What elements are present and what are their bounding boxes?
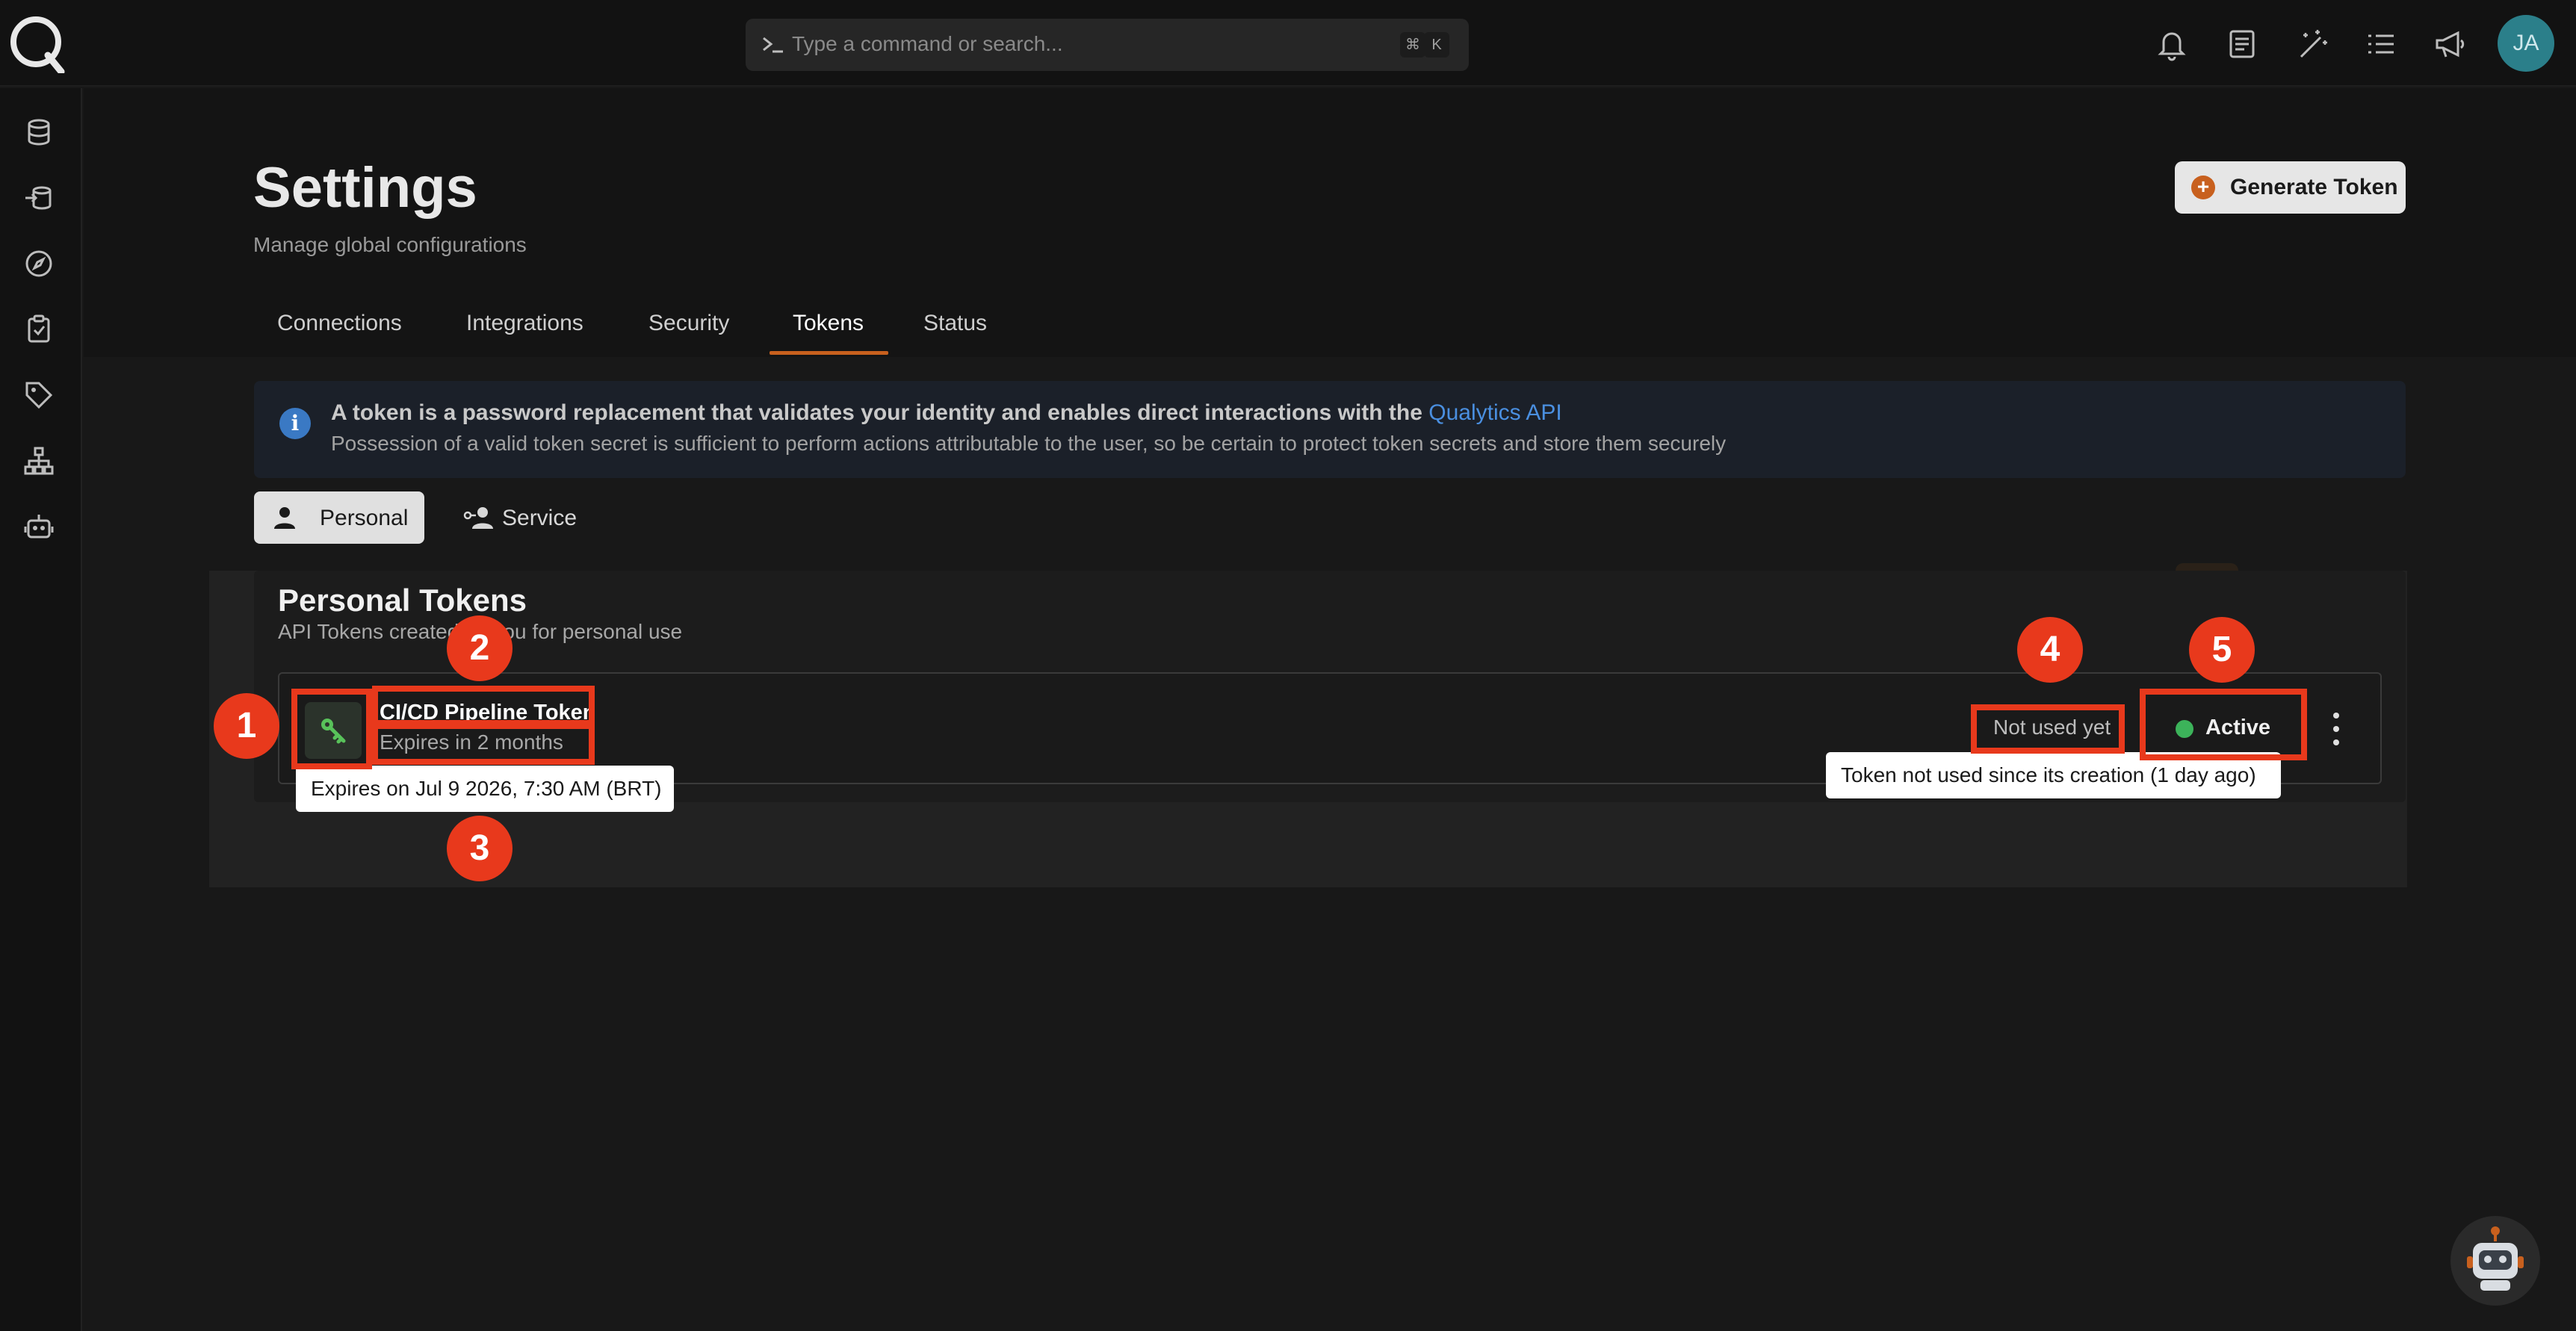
top-bar: Type a command or search... ⌘ K JA bbox=[0, 0, 2576, 87]
robot-assistant-icon bbox=[2467, 1226, 2524, 1291]
info-banner: i A token is a password replacement that… bbox=[254, 381, 2406, 478]
sidebar-item-data-flows[interactable] bbox=[7, 170, 70, 226]
generate-token-label: Generate Token bbox=[2230, 175, 2398, 199]
settings-header bbox=[84, 88, 2576, 357]
qualytics-logo[interactable] bbox=[9, 13, 66, 73]
service-account-icon bbox=[463, 507, 493, 529]
cmd-key-icon: ⌘ bbox=[1400, 32, 1425, 58]
service-tab[interactable]: Service bbox=[445, 491, 595, 544]
document-icon[interactable] bbox=[2225, 27, 2259, 61]
info-icon: i bbox=[279, 408, 311, 439]
sidebar-item-checks[interactable] bbox=[7, 302, 70, 357]
magic-wand-icon[interactable] bbox=[2295, 27, 2329, 61]
tab-tokens[interactable]: Tokens bbox=[793, 311, 864, 336]
annotation-badge-1: 1 bbox=[214, 693, 279, 759]
tab-connections[interactable]: Connections bbox=[277, 311, 402, 336]
expiry-tooltip: Expires on Jul 9 2026, 7:30 AM (BRT) bbox=[296, 766, 674, 812]
terminal-prompt-icon bbox=[763, 37, 783, 53]
chatbot-button[interactable] bbox=[2450, 1216, 2540, 1306]
annotation-box-1 bbox=[291, 689, 372, 769]
sidebar bbox=[0, 88, 2238, 1331]
annotation-box-4 bbox=[1971, 704, 2125, 754]
k-key-label: K bbox=[1424, 32, 1449, 58]
sitemap-icon bbox=[24, 447, 54, 475]
sidebar-item-datastores[interactable] bbox=[7, 105, 70, 160]
tab-integrations[interactable]: Integrations bbox=[466, 311, 583, 336]
page-subtitle: Manage global configurations bbox=[253, 233, 527, 256]
personal-tab-label: Personal bbox=[320, 506, 409, 530]
bell-icon[interactable] bbox=[2155, 27, 2189, 61]
generate-token-button[interactable]: + Generate Token bbox=[2175, 161, 2406, 214]
compass-icon bbox=[25, 250, 52, 277]
plus-icon: + bbox=[2191, 176, 2215, 199]
list-icon[interactable] bbox=[2364, 27, 2398, 61]
annotation-badge-5: 5 bbox=[2189, 617, 2255, 683]
tab-status[interactable]: Status bbox=[923, 311, 987, 336]
command-search-placeholder: Type a command or search... bbox=[792, 32, 1063, 55]
megaphone-icon[interactable] bbox=[2433, 27, 2467, 61]
annotation-box-5 bbox=[2140, 689, 2307, 760]
person-icon bbox=[274, 507, 295, 529]
active-tab-indicator bbox=[770, 351, 888, 355]
personal-tab[interactable]: Personal bbox=[254, 491, 424, 544]
robot-icon bbox=[24, 515, 54, 539]
sidebar-item-agents[interactable] bbox=[7, 499, 70, 554]
service-tab-label: Service bbox=[502, 506, 578, 530]
database-icon bbox=[28, 119, 50, 146]
sidebar-item-hierarchy[interactable] bbox=[7, 433, 70, 488]
info-line-1-text: A token is a password replacement that v… bbox=[331, 400, 1422, 425]
card-title: Personal Tokens bbox=[278, 583, 527, 618]
annotation-badge-2: 2 bbox=[447, 615, 513, 681]
qualytics-api-link[interactable]: Qualytics API bbox=[1428, 400, 1561, 425]
annotation-box-3 bbox=[372, 723, 595, 765]
tab-security[interactable]: Security bbox=[648, 311, 729, 336]
clipboard-check-icon bbox=[28, 314, 50, 343]
command-search-bar[interactable]: Type a command or search... ⌘ K bbox=[746, 19, 1469, 71]
info-line-2: Possession of a valid token secret is su… bbox=[331, 432, 1727, 455]
sidebar-item-explore[interactable] bbox=[7, 236, 70, 291]
info-line-1: A token is a password replacement that v… bbox=[331, 400, 1562, 426]
annotation-badge-3: 3 bbox=[447, 816, 513, 881]
sidebar-item-tags[interactable] bbox=[7, 367, 70, 423]
annotation-box-2 bbox=[372, 686, 595, 726]
more-options-icon[interactable] bbox=[2326, 710, 2346, 748]
page-title: Settings bbox=[253, 156, 477, 220]
tag-icon bbox=[25, 382, 53, 409]
database-flow-icon bbox=[25, 186, 52, 210]
annotation-badge-4: 4 bbox=[2017, 617, 2083, 683]
user-avatar[interactable]: JA bbox=[2498, 15, 2554, 72]
